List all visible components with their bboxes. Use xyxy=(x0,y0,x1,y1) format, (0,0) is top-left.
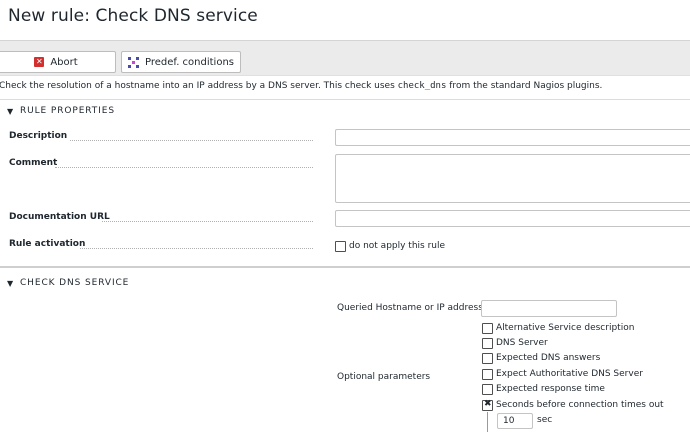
predef-conditions-button[interactable]: Predef. conditions xyxy=(121,51,241,73)
option-label: Alternative Service description xyxy=(496,323,635,333)
timeout-checkbox[interactable] xyxy=(482,399,493,411)
predef-label: Predef. conditions xyxy=(145,56,234,68)
toolbar: ✕ Abort Predef. conditions xyxy=(0,40,690,76)
dotted-leader xyxy=(80,248,313,249)
optional-parameters-label: Optional parameters xyxy=(337,372,431,382)
divider xyxy=(0,99,690,100)
dotted-leader xyxy=(70,140,313,141)
collapse-triangle-icon: ▼ xyxy=(7,107,15,116)
expected-response-time-checkbox[interactable] xyxy=(482,384,493,395)
hostname-label: Queried Hostname or IP address xyxy=(337,303,483,313)
hostname-input[interactable] xyxy=(481,300,617,317)
description-label: Description xyxy=(9,131,68,141)
check-dns-title: CHECK DNS SERVICE xyxy=(20,278,130,288)
rule-activation-label: Rule activation xyxy=(9,239,86,249)
help-prefix: Check the resolution of a hostname into … xyxy=(0,81,398,91)
timeout-seconds-input[interactable]: 10 xyxy=(497,413,533,429)
option-label: Seconds before connection times out xyxy=(496,400,664,410)
help-suffix: from the standard Nagios plugins. xyxy=(446,81,603,91)
dotted-leader xyxy=(55,167,313,168)
option-label: DNS Server xyxy=(496,338,548,348)
abort-icon: ✕ xyxy=(34,57,45,67)
option-label: Expected response time xyxy=(496,384,605,394)
divider xyxy=(0,266,690,268)
comment-textarea[interactable] xyxy=(335,154,690,203)
collapse-triangle-icon: ▼ xyxy=(7,279,15,288)
help-text: Check the resolution of a hostname into … xyxy=(0,81,602,91)
disable-rule-label: do not apply this rule xyxy=(349,241,446,251)
description-input[interactable] xyxy=(335,129,690,146)
indent-guide xyxy=(487,412,488,432)
rule-properties-title: RULE PROPERTIES xyxy=(20,106,115,116)
dns-server-checkbox[interactable] xyxy=(482,338,493,349)
comment-label: Comment xyxy=(9,158,58,168)
documentation-url-input[interactable] xyxy=(335,210,690,227)
disable-rule-checkbox[interactable] xyxy=(335,241,346,252)
authoritative-dns-checkbox[interactable] xyxy=(482,369,493,380)
documentation-url-label: Documentation URL xyxy=(9,212,110,222)
option-label: Expected DNS answers xyxy=(496,353,601,363)
timeout-unit-label: sec xyxy=(537,415,553,425)
dotted-leader xyxy=(102,221,313,222)
help-command: check_dns xyxy=(397,81,447,91)
rule-properties-header[interactable]: ▼ RULE PROPERTIES xyxy=(0,104,690,122)
alt-service-description-checkbox[interactable] xyxy=(482,323,493,334)
page-title: New rule: Check DNS service xyxy=(8,6,258,26)
check-dns-header[interactable]: ▼ CHECK DNS SERVICE xyxy=(0,276,690,294)
option-label: Expect Authoritative DNS Server xyxy=(496,369,643,379)
abort-label: Abort xyxy=(50,56,78,68)
conditions-icon xyxy=(128,56,139,68)
expected-dns-answers-checkbox[interactable] xyxy=(482,353,493,364)
abort-button[interactable]: ✕ Abort xyxy=(0,51,116,73)
